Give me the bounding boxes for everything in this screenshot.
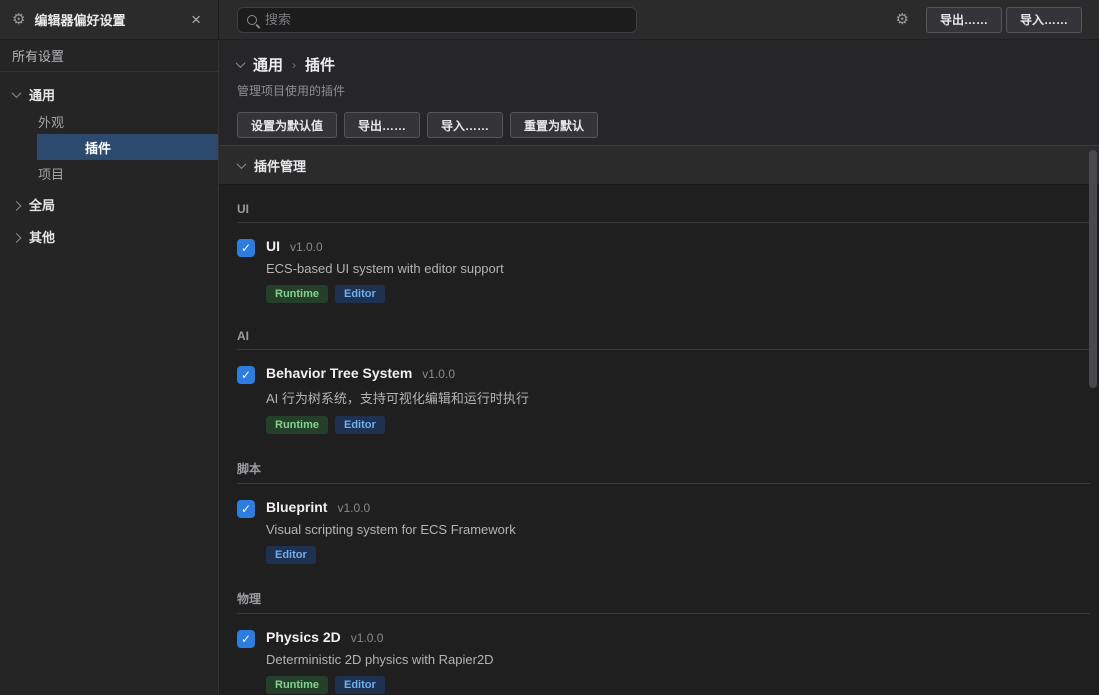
sidebar-item-project[interactable]: 项目: [0, 160, 218, 186]
plugin-category-physics: 物理 ✓ Physics 2D v1.0.0 Deterministic 2D …: [237, 590, 1090, 694]
plugin-tags: Runtime Editor: [266, 676, 494, 694]
plugin-row: ✓ UI v1.0.0 ECS-based UI system with edi…: [237, 238, 1090, 303]
plugin-name: UI: [266, 238, 280, 254]
runtime-badge: Runtime: [266, 676, 328, 694]
gear-icon: ⚙: [12, 12, 25, 27]
page-title: 插件: [305, 54, 335, 75]
scrollbar-thumb[interactable]: [1089, 150, 1097, 388]
plugin-description: Deterministic 2D physics with Rapier2D: [266, 652, 494, 667]
plugin-category-ui: UI ✓ UI v1.0.0 ECS-based UI system with …: [237, 202, 1090, 303]
dialog-title-bar: ⚙ 编辑器偏好设置 ×: [0, 0, 219, 40]
plugin-description: AI 行为树系统，支持可视化编辑和运行时执行: [266, 388, 529, 407]
sidebar-group-label: 通用: [29, 85, 55, 104]
sidebar-item-appearance[interactable]: 外观: [0, 108, 218, 134]
editor-badge: Editor: [335, 416, 385, 434]
search-input[interactable]: [265, 12, 627, 27]
plugin-name: Behavior Tree System: [266, 365, 412, 381]
plugin-info: Physics 2D v1.0.0 Deterministic 2D physi…: [266, 629, 494, 694]
set-as-default-button[interactable]: 设置为默认值: [237, 112, 337, 138]
breadcrumb: 通用 › 插件: [237, 54, 1099, 75]
reset-to-default-button[interactable]: 重置为默认: [510, 112, 598, 138]
import-settings-button[interactable]: 导入……: [427, 112, 503, 138]
settings-gear-icon[interactable]: ⚙: [896, 12, 909, 27]
section-plugin-management[interactable]: 插件管理: [219, 145, 1099, 185]
plugin-tags: Runtime Editor: [266, 416, 529, 434]
plugin-checkbox[interactable]: ✓: [237, 630, 255, 648]
sidebar-group-other[interactable]: 其他: [0, 222, 218, 250]
category-label: 脚本: [237, 460, 1090, 484]
editor-badge: Editor: [266, 546, 316, 564]
category-label: UI: [237, 202, 1090, 223]
chevron-down-icon[interactable]: [236, 58, 246, 68]
category-label: AI: [237, 329, 1090, 350]
preferences-window: ⚙ 编辑器偏好设置 × ⚙ 导出…… 导入…… 所有设置 通用 外观: [0, 0, 1099, 695]
plugin-row: ✓ Behavior Tree System v1.0.0 AI 行为树系统，支…: [237, 365, 1090, 434]
toolbar: ⚙ 导出…… 导入……: [219, 0, 1099, 40]
runtime-badge: Runtime: [266, 285, 328, 303]
sidebar-group-global[interactable]: 全局: [0, 190, 218, 218]
plugin-name: Physics 2D: [266, 629, 341, 645]
close-icon[interactable]: ×: [186, 9, 206, 30]
plugin-tags: Editor: [266, 546, 516, 564]
editor-badge: Editor: [335, 676, 385, 694]
main-panel: 通用 › 插件 管理项目使用的插件 设置为默认值 导出…… 导入…… 重置为默认…: [219, 40, 1099, 695]
plugin-category-ai: AI ✓ Behavior Tree System v1.0.0 AI 行为树系…: [237, 329, 1090, 434]
plugin-checkbox[interactable]: ✓: [237, 500, 255, 518]
sidebar-item-plugins[interactable]: 插件: [37, 134, 218, 160]
search-icon: [247, 15, 257, 25]
sidebar-group-label: 全局: [29, 195, 55, 214]
settings-tree: 通用 外观 插件 项目 全局 其他: [0, 72, 218, 250]
settings-sidebar: 所有设置 通用 外观 插件 项目 全局 其他: [0, 40, 219, 695]
plugin-version: v1.0.0: [290, 240, 323, 254]
search-box[interactable]: [237, 7, 637, 33]
plugin-checkbox[interactable]: ✓: [237, 239, 255, 257]
sidebar-item-all-settings[interactable]: 所有设置: [0, 40, 218, 72]
plugin-category-script: 脚本 ✓ Blueprint v1.0.0 Visual scripting s…: [237, 460, 1090, 564]
export-settings-button[interactable]: 导出……: [344, 112, 420, 138]
plugin-info: Behavior Tree System v1.0.0 AI 行为树系统，支持可…: [266, 365, 529, 434]
plugin-name: Blueprint: [266, 499, 327, 515]
plugin-list: UI ✓ UI v1.0.0 ECS-based UI system with …: [219, 185, 1099, 695]
dialog-title: 编辑器偏好设置: [34, 10, 186, 29]
plugin-row: ✓ Physics 2D v1.0.0 Deterministic 2D phy…: [237, 629, 1090, 694]
section-title: 插件管理: [254, 156, 306, 175]
plugin-checkbox[interactable]: ✓: [237, 366, 255, 384]
plugin-description: ECS-based UI system with editor support: [266, 261, 504, 276]
chevron-down-icon: [12, 88, 22, 98]
plugin-row: ✓ Blueprint v1.0.0 Visual scripting syst…: [237, 499, 1090, 564]
export-button[interactable]: 导出……: [926, 7, 1002, 33]
breadcrumb-separator: ›: [292, 58, 296, 72]
editor-badge: Editor: [335, 285, 385, 303]
sidebar-group-label: 其他: [29, 227, 55, 246]
chevron-right-icon: [12, 232, 22, 242]
body: 所有设置 通用 外观 插件 项目 全局 其他: [0, 40, 1099, 695]
runtime-badge: Runtime: [266, 416, 328, 434]
plugin-info: UI v1.0.0 ECS-based UI system with edito…: [266, 238, 504, 303]
chevron-down-icon: [237, 159, 247, 169]
plugin-description: Visual scripting system for ECS Framewor…: [266, 522, 516, 537]
import-button[interactable]: 导入……: [1006, 7, 1082, 33]
chevron-right-icon: [12, 200, 22, 210]
plugin-version: v1.0.0: [422, 367, 455, 381]
page-subtitle: 管理项目使用的插件: [237, 82, 1099, 99]
page-header: 通用 › 插件 管理项目使用的插件 设置为默认值 导出…… 导入…… 重置为默认: [219, 40, 1099, 145]
category-label: 物理: [237, 590, 1090, 614]
sidebar-group-general[interactable]: 通用: [0, 80, 218, 108]
action-buttons: 设置为默认值 导出…… 导入…… 重置为默认: [237, 112, 1099, 138]
plugin-info: Blueprint v1.0.0 Visual scripting system…: [266, 499, 516, 564]
breadcrumb-parent[interactable]: 通用: [253, 54, 283, 75]
plugin-tags: Runtime Editor: [266, 285, 504, 303]
plugin-version: v1.0.0: [337, 501, 370, 515]
top-bar: ⚙ 编辑器偏好设置 × ⚙ 导出…… 导入……: [0, 0, 1099, 40]
plugin-version: v1.0.0: [351, 631, 384, 645]
